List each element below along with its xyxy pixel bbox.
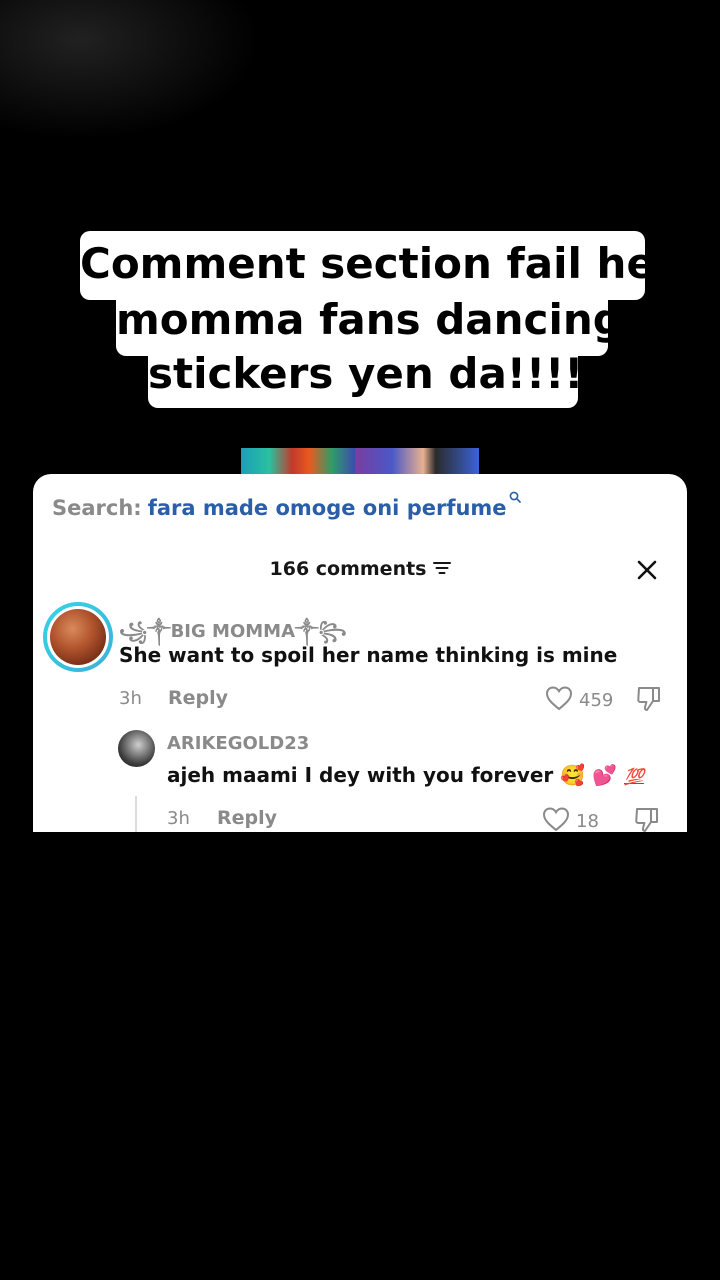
thumbs-down-icon[interactable] bbox=[634, 806, 660, 832]
search-icon bbox=[509, 484, 521, 503]
smiling-hearts-emoji: 🥰 bbox=[560, 763, 586, 787]
hundred-points-emoji: 💯 bbox=[624, 767, 644, 786]
close-icon[interactable] bbox=[633, 556, 661, 584]
reply-text-body: ajeh maami I dey with you forever bbox=[167, 763, 554, 787]
like-count: 18 bbox=[576, 810, 599, 832]
reply-button[interactable]: Reply bbox=[168, 687, 228, 709]
reply-text: ajeh maami I dey with you forever 🥰 💕 💯 bbox=[167, 763, 644, 787]
caption-line-3: stickers yen da!!!!! bbox=[148, 343, 603, 408]
comments-count-header: 166 comments bbox=[33, 558, 687, 581]
search-label: Search: bbox=[52, 496, 142, 520]
avatar[interactable] bbox=[118, 730, 155, 767]
reply-username[interactable]: ARIKEGOLD23 bbox=[167, 733, 309, 754]
avatar-image bbox=[50, 609, 106, 665]
like-count: 459 bbox=[579, 689, 614, 711]
like-button[interactable]: 459 bbox=[545, 685, 613, 715]
search-query-link[interactable]: fara made omoge oni perfume bbox=[148, 496, 507, 520]
filter-icon[interactable] bbox=[432, 558, 451, 580]
avatar[interactable] bbox=[43, 602, 113, 672]
reply-button[interactable]: Reply bbox=[217, 807, 277, 829]
thread-line bbox=[135, 796, 137, 832]
background-glow bbox=[0, 0, 260, 140]
comments-count: 166 comments bbox=[269, 558, 427, 580]
like-button[interactable]: 18 bbox=[542, 806, 599, 832]
thumbs-down-icon[interactable] bbox=[636, 685, 662, 717]
two-hearts-emoji: 💕 bbox=[592, 763, 618, 787]
comment-time: 3h bbox=[119, 688, 142, 709]
heart-icon bbox=[542, 806, 570, 832]
heart-icon bbox=[545, 685, 573, 715]
search-suggestion[interactable]: Search: fara made omoge oni perfume bbox=[52, 491, 521, 520]
comment-text: She want to spoil her name thinking is m… bbox=[119, 643, 618, 667]
comments-panel: Search: fara made omoge oni perfume 166 c… bbox=[33, 474, 687, 832]
reply-time: 3h bbox=[167, 808, 190, 829]
